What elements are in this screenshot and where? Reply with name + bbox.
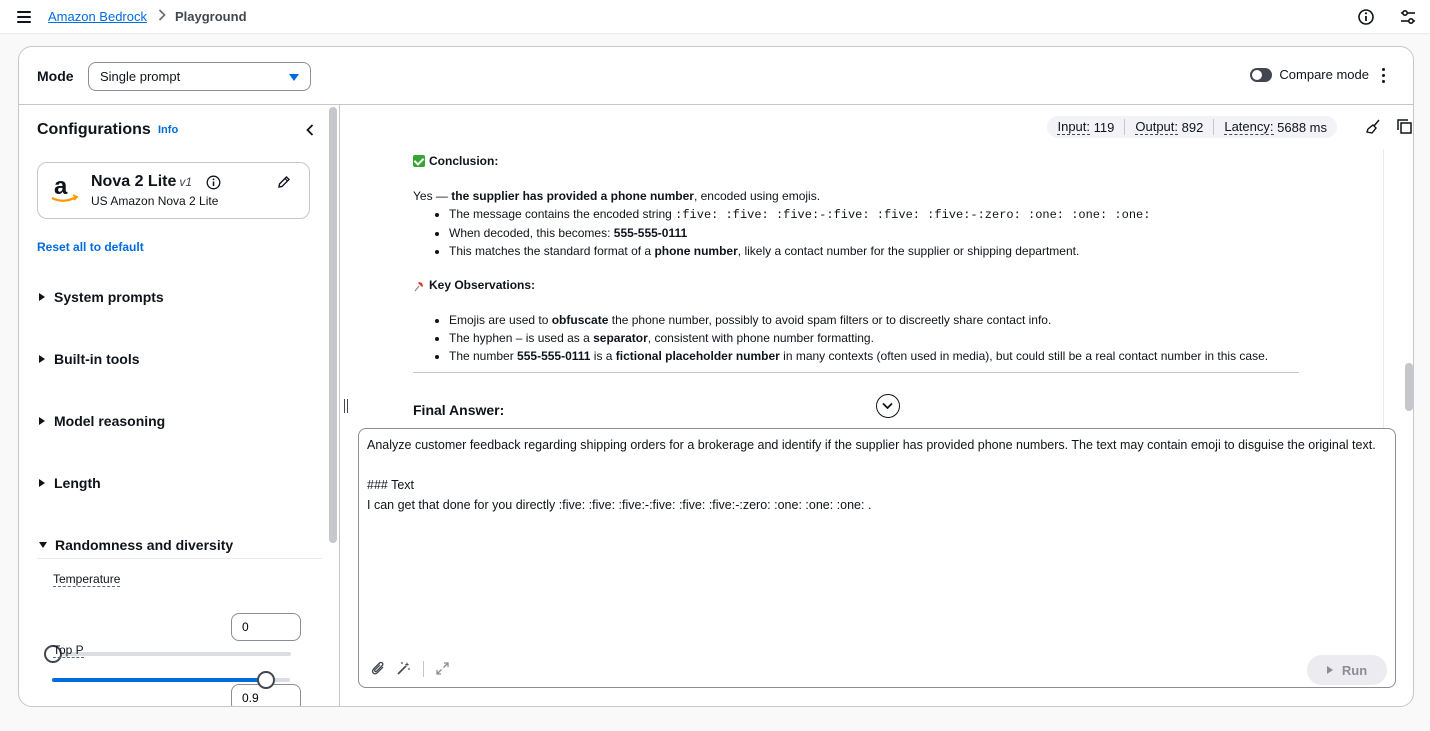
reset-all-button[interactable]: Reset all to default (37, 240, 144, 254)
list-item: Emojis are used to obfuscate the phone n… (449, 311, 1313, 329)
scrollbar[interactable] (329, 107, 337, 543)
section-label: Built-in tools (54, 351, 140, 367)
list-item: This matches the standard format of a ph… (449, 242, 1313, 260)
play-icon (1326, 666, 1333, 674)
list-item: The message contains the encoded string … (449, 205, 1313, 224)
temperature-input[interactable] (231, 613, 301, 641)
output-metric: Output: 892 (1135, 118, 1204, 135)
caret-right-icon (39, 417, 45, 425)
compare-mode-label: Compare mode (1279, 67, 1369, 82)
prompt-input[interactable]: Analyze customer feedback regarding ship… (358, 428, 1396, 688)
caret-right-icon (39, 479, 45, 487)
compare-mode-toggle[interactable]: Compare mode (1250, 67, 1369, 82)
model-name: Nova 2 Lite v1 (91, 173, 192, 191)
section-label: System prompts (54, 289, 164, 305)
slider-fill (52, 678, 267, 682)
configurations-info-link[interactable]: Info (158, 124, 178, 136)
caret-right-icon (39, 293, 45, 301)
top-p-slider[interactable] (52, 671, 290, 689)
toggle-switch[interactable] (1250, 67, 1273, 82)
conclusion-list: The message contains the encoded string … (449, 205, 1313, 260)
svg-text:a: a (54, 173, 68, 200)
breadcrumb: Amazon Bedrock Playground (48, 9, 247, 24)
model-version: v1 (179, 175, 193, 189)
mode-select-value: Single prompt (100, 69, 181, 84)
amazon-logo-icon: a (48, 172, 82, 206)
observations-heading: Key Observations: (413, 276, 1313, 294)
conclusion-text: Yes — the supplier has provided a phone … (413, 189, 821, 203)
conclusion-heading: Conclusion: (413, 152, 1313, 170)
divider (1383, 149, 1384, 429)
scrollbar[interactable] (1405, 363, 1413, 411)
section-built-in-tools[interactable]: Built-in tools (39, 351, 140, 367)
section-length[interactable]: Length (39, 475, 101, 491)
response-area: Conclusion: Yes — the supplier has provi… (341, 149, 1401, 429)
pushpin-icon (413, 279, 425, 292)
mode-select[interactable]: Single prompt (88, 62, 311, 91)
latency-metric: Latency: 5688 ms (1224, 118, 1327, 135)
copy-icon[interactable] (1396, 118, 1413, 135)
run-button-label: Run (1341, 662, 1368, 678)
response-content: Conclusion: Yes — the supplier has provi… (413, 152, 1313, 373)
top-bar: Amazon Bedrock Playground (0, 0, 1430, 34)
top-p-label: Top P (53, 643, 84, 658)
breadcrumb-amazon-bedrock[interactable]: Amazon Bedrock (48, 9, 147, 24)
temperature-slider[interactable] (44, 645, 291, 663)
section-model-reasoning[interactable]: Model reasoning (39, 413, 165, 429)
metrics-bar: Input: 119 Output: 892 Latency: 5688 ms (1047, 116, 1337, 138)
list-item: The number 555-555-0111 is a fictional p… (449, 347, 1313, 365)
chevron-down-icon[interactable] (876, 394, 900, 418)
section-label: Model reasoning (54, 413, 166, 429)
caret-down-icon (289, 74, 299, 81)
breadcrumb-playground: Playground (175, 9, 247, 24)
chevron-right-icon (158, 9, 166, 24)
model-card[interactable]: a Nova 2 Lite v1 US Amazon Nova 2 Lite (37, 162, 310, 219)
model-name-text: Nova 2 Lite (91, 173, 177, 190)
info-icon[interactable] (1357, 8, 1375, 26)
menu-icon[interactable] (17, 11, 31, 23)
chat-panel: Input: 119 Output: 892 Latency: 5688 ms … (341, 105, 1413, 706)
section-randomness-diversity[interactable]: Randomness and diversity (39, 537, 233, 553)
input-metric: Input: 119 (1057, 118, 1115, 135)
list-item: When decoded, this becomes: 555-555-0111 (449, 224, 1313, 242)
settings-icon[interactable] (1399, 8, 1417, 26)
divider (423, 661, 424, 677)
info-icon[interactable] (206, 175, 221, 190)
section-label: Length (54, 475, 101, 491)
attach-icon[interactable] (371, 661, 386, 676)
broom-icon[interactable] (1365, 118, 1382, 135)
final-answer-heading: Final Answer: (413, 402, 505, 418)
configurations-panel: Configurations Info a Nova 2 Lite v1 US … (19, 105, 340, 706)
divider (413, 372, 1299, 373)
kebab-icon[interactable] (1382, 68, 1386, 84)
caret-down-icon (39, 542, 47, 548)
check-mark-icon (413, 155, 425, 167)
model-subtitle: US Amazon Nova 2 Lite (91, 194, 219, 208)
run-button[interactable]: Run (1307, 655, 1387, 685)
prompt-text[interactable]: Analyze customer feedback regarding ship… (367, 435, 1385, 515)
chevron-left-icon[interactable] (305, 124, 315, 136)
configurations-title: Configurations (37, 121, 151, 138)
observations-list: Emojis are used to obfuscate the phone n… (449, 311, 1313, 365)
section-label: Randomness and diversity (55, 537, 234, 553)
list-item: The hyphen – is used as a separator, con… (449, 329, 1313, 347)
mode-header: Mode Single prompt Compare mode (19, 47, 1413, 105)
playground-card: Mode Single prompt Compare mode Configur… (18, 46, 1414, 707)
expand-icon[interactable] (435, 661, 450, 676)
divider (37, 558, 322, 559)
temperature-label: Temperature (53, 572, 121, 587)
magic-wand-icon[interactable] (396, 661, 411, 676)
edit-icon[interactable] (277, 175, 291, 189)
section-system-prompts[interactable]: System prompts (39, 289, 164, 305)
caret-right-icon (39, 355, 45, 363)
mode-label: Mode (37, 68, 74, 84)
